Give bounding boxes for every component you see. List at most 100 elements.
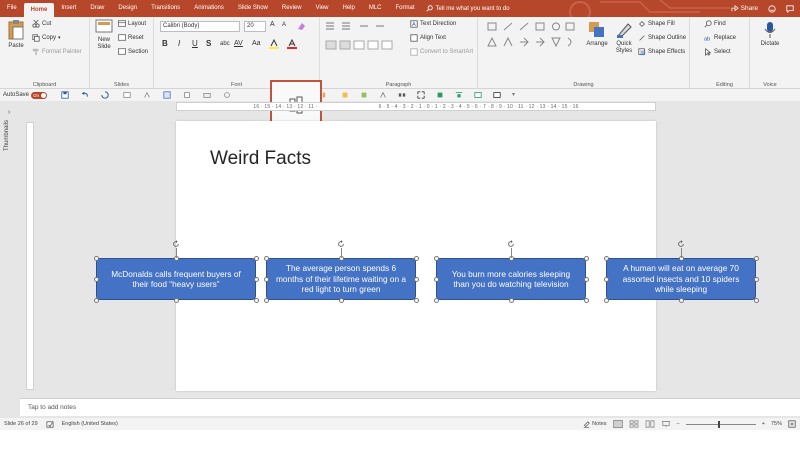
dictate-button[interactable]: Dictate (756, 21, 784, 47)
highlight-icon[interactable] (268, 39, 280, 50)
align-tool-icon-2[interactable] (341, 91, 349, 99)
align-text-button[interactable]: Align Text (410, 34, 446, 42)
new-slide-button[interactable]: New Slide (92, 19, 116, 51)
reading-view-icon[interactable] (645, 420, 655, 428)
expand-thumbnails-chevron-icon[interactable]: › (8, 109, 10, 116)
fact-box-2[interactable]: The average person spends 6 months of th… (266, 258, 416, 300)
tell-me-search[interactable]: Tell me what you want to do (425, 5, 510, 12)
resize-handle[interactable] (263, 276, 269, 282)
tab-draw[interactable]: Draw (83, 0, 111, 17)
bold-button[interactable]: B (162, 39, 168, 48)
zoom-slider-thumb[interactable] (717, 420, 720, 428)
rotate-handle-icon[interactable] (507, 240, 515, 248)
language-status[interactable]: English (United States) (62, 421, 118, 427)
resize-handle[interactable] (583, 255, 589, 261)
underline-button[interactable]: U (192, 39, 198, 48)
font-name-box[interactable]: Calibri (Body) (160, 21, 240, 32)
fact-box-3[interactable]: You burn more calories sleeping than you… (436, 258, 586, 300)
fact-box-1[interactable]: McDonalds calls frequent buyers of their… (96, 258, 256, 300)
align-tool-icon-4[interactable] (379, 91, 387, 99)
resize-handle[interactable] (173, 297, 179, 303)
quick-styles-button[interactable]: Quick Styles (612, 21, 636, 55)
redo-icon[interactable] (101, 91, 109, 99)
shapes-gallery-icon[interactable] (484, 21, 580, 51)
resize-handle[interactable] (93, 297, 99, 303)
resize-handle[interactable] (583, 297, 589, 303)
notes-toggle[interactable]: Notes (583, 420, 607, 428)
tab-animations[interactable]: Animations (187, 0, 231, 17)
font-color-icon[interactable] (286, 39, 298, 50)
grow-font-button[interactable]: A (270, 21, 275, 28)
toolbar-tool-icon-3[interactable] (163, 91, 171, 99)
layout-button[interactable]: Layout (118, 20, 146, 27)
slide-title[interactable]: Weird Facts (210, 148, 311, 170)
select-button[interactable]: Select (704, 48, 731, 56)
resize-handle[interactable] (603, 255, 609, 261)
character-spacing-button[interactable]: AV (234, 40, 243, 47)
autosave-toggle[interactable]: AutoSave On (3, 91, 48, 99)
tab-file[interactable]: File (0, 0, 24, 17)
tab-design[interactable]: Design (111, 0, 144, 17)
tab-format[interactable]: Format (389, 0, 422, 17)
clear-formatting-icon[interactable] (296, 21, 306, 31)
tab-transitions[interactable]: Transitions (144, 0, 187, 17)
resize-handle[interactable] (253, 276, 259, 282)
italic-button[interactable]: I (178, 39, 180, 48)
resize-handle[interactable] (338, 297, 344, 303)
resize-handle[interactable] (263, 297, 269, 303)
accessibility-check-icon[interactable] (46, 420, 54, 428)
section-button[interactable]: Section (118, 48, 148, 55)
shadow-s-button[interactable]: S (206, 39, 211, 48)
zoom-out-button[interactable]: − (677, 421, 680, 427)
resize-handle[interactable] (93, 276, 99, 282)
resize-handle[interactable] (263, 255, 269, 261)
strikethrough-button[interactable]: abc (220, 41, 230, 47)
notes-pane[interactable]: Tap to add notes (20, 398, 800, 416)
emoji-icon[interactable] (768, 4, 776, 13)
tab-mlc[interactable]: MLC (362, 0, 389, 17)
shape-effects-button[interactable]: Shape Effects (638, 48, 685, 56)
resize-handle[interactable] (753, 297, 759, 303)
resize-handle[interactable] (253, 297, 259, 303)
save-icon[interactable] (61, 91, 69, 99)
paste-button[interactable]: Paste (2, 19, 30, 49)
resize-handle[interactable] (583, 276, 589, 282)
resize-handle[interactable] (753, 255, 759, 261)
share-button[interactable]: Share (731, 5, 758, 12)
resize-handle[interactable] (93, 255, 99, 261)
reset-button[interactable]: Reset (118, 34, 144, 41)
resize-handle[interactable] (678, 297, 684, 303)
undo-icon[interactable] (81, 91, 89, 99)
align-tool-icon-1[interactable] (322, 91, 330, 99)
rotate-handle-icon[interactable] (337, 240, 345, 248)
align-tool-icon-3[interactable] (360, 91, 368, 99)
slideshow-view-icon[interactable] (661, 420, 671, 428)
change-case-button[interactable]: Aa (252, 40, 261, 47)
format-painter-button[interactable]: Format Painter (32, 48, 82, 56)
align-buttons-icon[interactable] (324, 39, 394, 51)
resize-handle[interactable] (253, 255, 259, 261)
toolbar-tool-icon-6[interactable] (223, 91, 231, 99)
toolbar-tool-icon-2[interactable] (143, 91, 151, 99)
resize-handle[interactable] (413, 255, 419, 261)
normal-view-icon[interactable] (612, 420, 623, 428)
tab-slide-show[interactable]: Slide Show (231, 0, 275, 17)
more-chevron-icon[interactable]: ▾ (512, 91, 515, 99)
tab-view[interactable]: View (309, 0, 336, 17)
resize-handle[interactable] (433, 276, 439, 282)
resize-handle[interactable] (433, 297, 439, 303)
fit-slide-icon[interactable] (788, 420, 796, 428)
align-tool-icon-8[interactable] (474, 91, 482, 99)
fit-icon[interactable] (417, 91, 425, 99)
resize-handle[interactable] (413, 297, 419, 303)
resize-handle[interactable] (413, 276, 419, 282)
resize-handle[interactable] (753, 276, 759, 282)
align-tool-icon-5[interactable] (398, 91, 406, 99)
slide-sorter-icon[interactable] (629, 420, 639, 428)
convert-smartart-button[interactable]: Convert to SmartArt (410, 48, 473, 56)
resize-handle[interactable] (603, 297, 609, 303)
shape-outline-button[interactable]: Shape Outline (638, 34, 686, 42)
align-tool-icon-6[interactable] (436, 91, 444, 99)
copy-button[interactable]: Copy ▾ (32, 34, 61, 42)
rotate-handle-icon[interactable] (172, 240, 180, 248)
